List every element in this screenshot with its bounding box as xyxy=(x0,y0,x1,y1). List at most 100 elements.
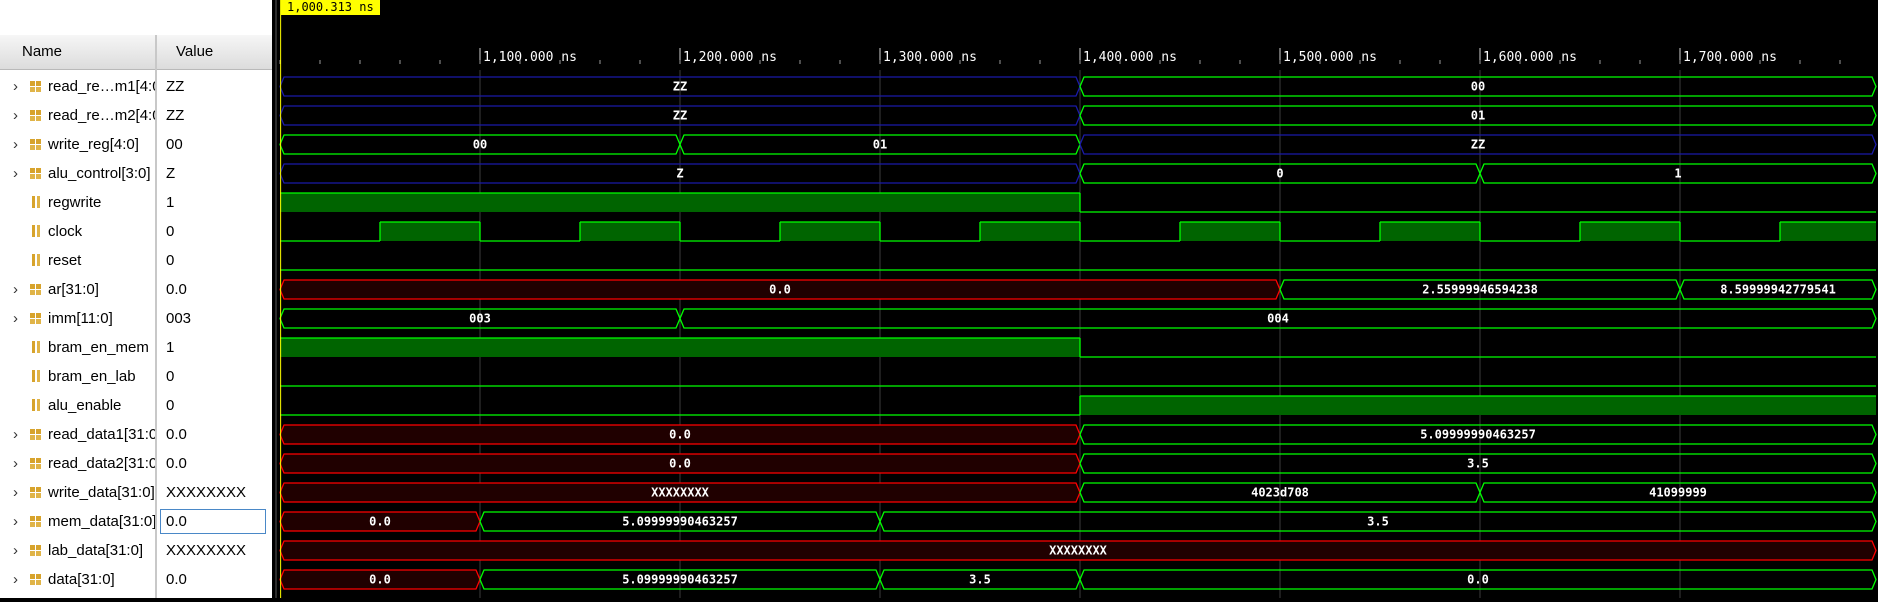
clock-high-fill xyxy=(1180,222,1280,241)
bus-segment-label: 0.0 xyxy=(669,428,691,442)
signal-value: 0 xyxy=(166,252,175,269)
signal-value: ZZ xyxy=(166,107,185,124)
name-column-header[interactable]: Name xyxy=(22,35,62,69)
chevron-right-icon[interactable]: › xyxy=(13,478,23,507)
chevron-right-icon[interactable]: › xyxy=(13,507,23,536)
wire-icon xyxy=(32,254,40,266)
clock-high-fill xyxy=(1780,222,1876,241)
signal-row[interactable]: alu_enable 0 xyxy=(0,391,272,420)
signal-row[interactable]: › write_reg[4:0] 00 xyxy=(0,130,272,159)
waveform-panel[interactable]: 1,100.000 ns 1,200.000 ns 1,300.000 ns 1,40… xyxy=(272,0,1878,598)
wire-icon xyxy=(32,225,40,237)
signal-value: 0.0 xyxy=(166,513,187,530)
signal-row[interactable]: clock 0 xyxy=(0,217,272,246)
bus-segment-label: 0 xyxy=(1276,167,1283,181)
signal-row[interactable]: bram_en_mem 1 xyxy=(0,333,272,362)
bus-icon xyxy=(30,81,41,92)
wire-icon xyxy=(32,399,40,411)
waveform-canvas[interactable]: 1,100.000 ns 1,200.000 ns 1,300.000 ns 1,40… xyxy=(272,0,1878,598)
bus-icon xyxy=(30,429,41,440)
signal-row[interactable]: › read_data1[31:0] 0.0 xyxy=(0,420,272,449)
bus-segment-label: 1 xyxy=(1674,167,1681,181)
bus-segment-label: 00 xyxy=(473,138,487,152)
signal-name: regwrite xyxy=(48,194,102,211)
wire-icon xyxy=(32,196,40,208)
signal-row[interactable]: › read_data2[31:0] 0.0 xyxy=(0,449,272,478)
signal-value: ZZ xyxy=(166,78,185,95)
bus-segment-label: 5.09999990463257 xyxy=(622,573,738,587)
bus-segment-label: 0.0 xyxy=(369,515,391,529)
signal-row[interactable]: › mem_data[31:0] 0.0 xyxy=(0,507,272,536)
bus-icon xyxy=(30,168,41,179)
chevron-right-icon[interactable]: › xyxy=(13,159,23,188)
bus-segment-label: 01 xyxy=(1471,109,1485,123)
bus-segment-label: XXXXXXXX xyxy=(1049,544,1108,558)
signal-name: mem_data[31:0] xyxy=(48,513,155,530)
bit-high-fill xyxy=(1080,396,1876,415)
signal-name: data[31:0] xyxy=(48,571,115,588)
bus-segment-label: Z xyxy=(676,167,683,181)
chevron-right-icon[interactable]: › xyxy=(13,130,23,159)
signal-value: 0.0 xyxy=(166,571,187,588)
bus-icon xyxy=(30,458,41,469)
signal-name: bram_en_lab xyxy=(48,368,136,385)
column-header: Name Value xyxy=(0,35,272,70)
chevron-right-icon[interactable]: › xyxy=(13,449,23,478)
signal-name: read_re…m2[4:0] xyxy=(48,107,155,124)
chevron-right-icon[interactable]: › xyxy=(13,101,23,130)
chevron-right-icon[interactable]: › xyxy=(13,565,23,594)
bus-segment-label: 5.09999990463257 xyxy=(622,515,738,529)
bus-icon xyxy=(30,516,41,527)
bus-segment-label: 003 xyxy=(469,312,491,326)
signal-row[interactable]: bram_en_lab 0 xyxy=(0,362,272,391)
bus-segment-label: 3.5 xyxy=(969,573,991,587)
signal-row[interactable]: › read_re…m2[4:0] ZZ xyxy=(0,101,272,130)
signal-row[interactable]: › read_re…m1[4:0] ZZ xyxy=(0,72,272,101)
chevron-right-icon[interactable]: › xyxy=(13,304,23,333)
signal-row[interactable]: › write_data[31:0] XXXXXXXX xyxy=(0,478,272,507)
bus-segment-label: 0.0 xyxy=(669,457,691,471)
bus-segment-label: 0.0 xyxy=(369,573,391,587)
bus-icon xyxy=(30,574,41,585)
chevron-right-icon[interactable]: › xyxy=(13,420,23,449)
clock-high-fill xyxy=(580,222,680,241)
signal-value: 1 xyxy=(166,194,175,211)
clock-high-fill xyxy=(1380,222,1480,241)
timeline-label: 1,400.000 ns xyxy=(1083,50,1177,65)
signal-name: clock xyxy=(48,223,83,240)
bus-segment-label: XXXXXXXX xyxy=(651,486,710,500)
chevron-right-icon[interactable]: › xyxy=(13,536,23,565)
signal-row[interactable]: reset 0 xyxy=(0,246,272,275)
bus-segment-label: 8.59999942779541 xyxy=(1720,283,1836,297)
bus-segment-label: 41099999 xyxy=(1649,486,1707,500)
value-column-header[interactable]: Value xyxy=(176,35,213,69)
timeline-label: 1,600.000 ns xyxy=(1483,50,1577,65)
bus-icon xyxy=(30,313,41,324)
signal-row[interactable]: › lab_data[31:0] XXXXXXXX xyxy=(0,536,272,565)
bus-segment-label: 2.55999946594238 xyxy=(1422,283,1538,297)
chevron-right-icon[interactable]: › xyxy=(13,72,23,101)
bus-segment-label: 0.0 xyxy=(1467,573,1489,587)
bit-high-fill xyxy=(280,338,1080,357)
bus-icon xyxy=(30,487,41,498)
clock-high-fill xyxy=(380,222,480,241)
signal-value: XXXXXXXX xyxy=(166,484,247,501)
signal-row[interactable]: › alu_control[3:0] Z xyxy=(0,159,272,188)
chevron-right-icon[interactable]: › xyxy=(13,275,23,304)
bus-segment-label: 01 xyxy=(873,138,887,152)
signal-name: write_data[31:0] xyxy=(48,484,155,501)
clock-high-fill xyxy=(1580,222,1680,241)
signal-row[interactable]: › imm[11:0] 003 xyxy=(0,304,272,333)
timeline-label: 1,500.000 ns xyxy=(1283,50,1377,65)
signal-row[interactable]: regwrite 1 xyxy=(0,188,272,217)
bus-segment-label: ZZ xyxy=(1471,138,1485,152)
signal-name: read_re…m1[4:0] xyxy=(48,78,155,95)
signal-value: 0 xyxy=(166,368,175,385)
signal-name: imm[11:0] xyxy=(48,310,113,327)
signal-name: ar[31:0] xyxy=(48,281,99,298)
signal-row[interactable]: › ar[31:0] 0.0 xyxy=(0,275,272,304)
clock-high-fill xyxy=(780,222,880,241)
cursor-time-marker[interactable]: 1,000.313 ns xyxy=(281,0,380,15)
timeline-label: 1,200.000 ns xyxy=(683,50,777,65)
signal-row[interactable]: › data[31:0] 0.0 xyxy=(0,565,272,594)
